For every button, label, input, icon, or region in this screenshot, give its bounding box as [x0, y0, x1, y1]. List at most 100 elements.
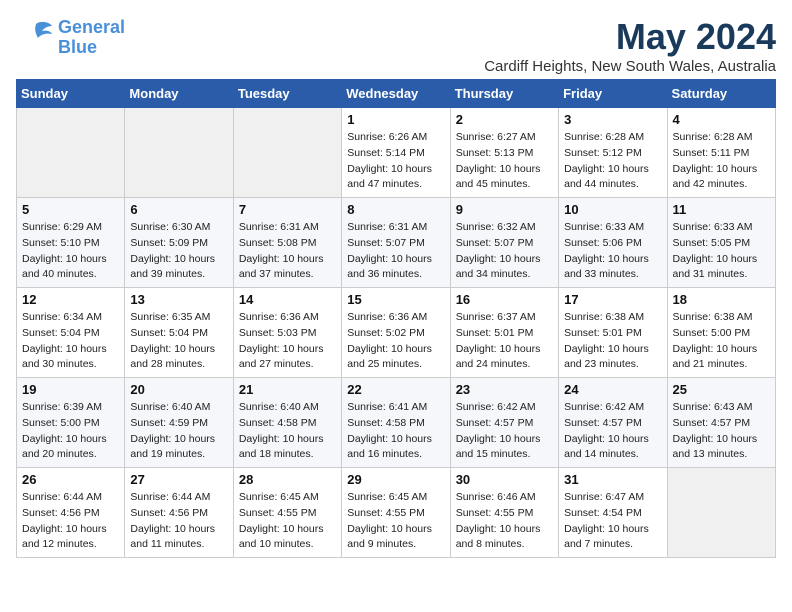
- calendar-subtitle: Cardiff Heights, New South Wales, Austra…: [484, 58, 776, 75]
- day-number: 29: [347, 472, 444, 487]
- day-info: Sunrise: 6:36 AMSunset: 5:02 PMDaylight:…: [347, 310, 444, 373]
- calendar-cell: 4 Sunrise: 6:28 AMSunset: 5:11 PMDaylight…: [667, 108, 775, 198]
- day-number: 13: [130, 292, 227, 307]
- calendar-cell: 8 Sunrise: 6:31 AMSunset: 5:07 PMDaylight…: [342, 198, 450, 288]
- day-number: 11: [673, 202, 770, 217]
- day-number: 9: [456, 202, 553, 217]
- day-info: Sunrise: 6:40 AMSunset: 4:59 PMDaylight:…: [130, 400, 227, 463]
- day-info: Sunrise: 6:44 AMSunset: 4:56 PMDaylight:…: [22, 490, 119, 553]
- weekday-header: Friday: [559, 80, 667, 108]
- day-number: 31: [564, 472, 661, 487]
- day-info: Sunrise: 6:38 AMSunset: 5:01 PMDaylight:…: [564, 310, 661, 373]
- calendar-cell: 23 Sunrise: 6:42 AMSunset: 4:57 PMDayligh…: [450, 378, 558, 468]
- calendar-table: SundayMondayTuesdayWednesdayThursdayFrid…: [16, 79, 776, 558]
- day-info: Sunrise: 6:31 AMSunset: 5:07 PMDaylight:…: [347, 220, 444, 283]
- calendar-cell: 22 Sunrise: 6:41 AMSunset: 4:58 PMDayligh…: [342, 378, 450, 468]
- day-info: Sunrise: 6:27 AMSunset: 5:13 PMDaylight:…: [456, 130, 553, 193]
- day-info: Sunrise: 6:42 AMSunset: 4:57 PMDaylight:…: [564, 400, 661, 463]
- calendar-cell: 3Sunrise: 6:28 AMSunset: 5:12 PMDaylight…: [559, 108, 667, 198]
- calendar-cell: [125, 108, 233, 198]
- day-info: Sunrise: 6:40 AMSunset: 4:58 PMDaylight:…: [239, 400, 336, 463]
- day-info: Sunrise: 6:35 AMSunset: 5:04 PMDaylight:…: [130, 310, 227, 373]
- day-info: Sunrise: 6:33 AMSunset: 5:06 PMDaylight:…: [564, 220, 661, 283]
- calendar-cell: 9 Sunrise: 6:32 AMSunset: 5:07 PMDaylight…: [450, 198, 558, 288]
- day-number: 14: [239, 292, 336, 307]
- day-number: 18: [673, 292, 770, 307]
- weekday-header: Monday: [125, 80, 233, 108]
- day-info: Sunrise: 6:47 AMSunset: 4:54 PMDaylight:…: [564, 490, 661, 553]
- title-block: May 2024 Cardiff Heights, New South Wale…: [484, 16, 776, 75]
- calendar-cell: 24 Sunrise: 6:42 AMSunset: 4:57 PMDayligh…: [559, 378, 667, 468]
- day-number: 26: [22, 472, 119, 487]
- day-info: Sunrise: 6:26 AMSunset: 5:14 PMDaylight:…: [347, 130, 444, 193]
- day-number: 22: [347, 382, 444, 397]
- calendar-cell: 1 Sunrise: 6:26 AMSunset: 5:14 PMDaylight…: [342, 108, 450, 198]
- logo-icon: [16, 16, 54, 54]
- calendar-cell: 6 Sunrise: 6:30 AMSunset: 5:09 PMDaylight…: [125, 198, 233, 288]
- day-number: 17: [564, 292, 661, 307]
- day-info: Sunrise: 6:37 AMSunset: 5:01 PMDaylight:…: [456, 310, 553, 373]
- calendar-cell: 5Sunrise: 6:29 AMSunset: 5:10 PMDaylight…: [17, 198, 125, 288]
- day-info: Sunrise: 6:31 AMSunset: 5:08 PMDaylight:…: [239, 220, 336, 283]
- day-info: Sunrise: 6:30 AMSunset: 5:09 PMDaylight:…: [130, 220, 227, 283]
- calendar-cell: 31 Sunrise: 6:47 AMSunset: 4:54 PMDayligh…: [559, 468, 667, 558]
- day-number: 27: [130, 472, 227, 487]
- day-number: 19: [22, 382, 119, 397]
- day-number: 21: [239, 382, 336, 397]
- logo-line1: General: [58, 17, 125, 37]
- calendar-cell: 12Sunrise: 6:34 AMSunset: 5:04 PMDayligh…: [17, 288, 125, 378]
- calendar-cell: 2Sunrise: 6:27 AMSunset: 5:13 PMDaylight…: [450, 108, 558, 198]
- calendar-cell: 11 Sunrise: 6:33 AMSunset: 5:05 PMDayligh…: [667, 198, 775, 288]
- day-info: Sunrise: 6:45 AMSunset: 4:55 PMDaylight:…: [347, 490, 444, 553]
- day-number: 7: [239, 202, 336, 217]
- calendar-cell: 15 Sunrise: 6:36 AMSunset: 5:02 PMDayligh…: [342, 288, 450, 378]
- calendar-cell: 16 Sunrise: 6:37 AMSunset: 5:01 PMDayligh…: [450, 288, 558, 378]
- day-info: Sunrise: 6:39 AMSunset: 5:00 PMDaylight:…: [22, 400, 119, 463]
- logo: General Blue: [16, 16, 125, 59]
- weekday-header: Wednesday: [342, 80, 450, 108]
- day-info: Sunrise: 6:45 AMSunset: 4:55 PMDaylight:…: [239, 490, 336, 553]
- day-number: 15: [347, 292, 444, 307]
- day-number: 23: [456, 382, 553, 397]
- weekday-header: Sunday: [17, 80, 125, 108]
- calendar-cell: 19 Sunrise: 6:39 AMSunset: 5:00 PMDayligh…: [17, 378, 125, 468]
- weekday-header: Tuesday: [233, 80, 341, 108]
- day-info: Sunrise: 6:32 AMSunset: 5:07 PMDaylight:…: [456, 220, 553, 283]
- weekday-header: Thursday: [450, 80, 558, 108]
- calendar-cell: 26 Sunrise: 6:44 AMSunset: 4:56 PMDayligh…: [17, 468, 125, 558]
- logo-line2: Blue: [58, 38, 125, 58]
- day-info: Sunrise: 6:28 AMSunset: 5:12 PMDaylight:…: [564, 130, 661, 193]
- calendar-cell: [233, 108, 341, 198]
- day-info: Sunrise: 6:28 AMSunset: 5:11 PMDaylight:…: [673, 130, 770, 193]
- calendar-cell: 17 Sunrise: 6:38 AMSunset: 5:01 PMDayligh…: [559, 288, 667, 378]
- calendar-cell: [17, 108, 125, 198]
- day-info: Sunrise: 6:36 AMSunset: 5:03 PMDaylight:…: [239, 310, 336, 373]
- calendar-cell: 21 Sunrise: 6:40 AMSunset: 4:58 PMDayligh…: [233, 378, 341, 468]
- calendar-cell: 25Sunrise: 6:43 AMSunset: 4:57 PMDayligh…: [667, 378, 775, 468]
- day-number: 6: [130, 202, 227, 217]
- day-info: Sunrise: 6:41 AMSunset: 4:58 PMDaylight:…: [347, 400, 444, 463]
- weekday-header: Saturday: [667, 80, 775, 108]
- calendar-cell: 13 Sunrise: 6:35 AMSunset: 5:04 PMDayligh…: [125, 288, 233, 378]
- calendar-cell: 29 Sunrise: 6:45 AMSunset: 4:55 PMDayligh…: [342, 468, 450, 558]
- day-number: 12: [22, 292, 119, 307]
- calendar-cell: 18Sunrise: 6:38 AMSunset: 5:00 PMDayligh…: [667, 288, 775, 378]
- day-number: 5: [22, 202, 119, 217]
- day-number: 8: [347, 202, 444, 217]
- day-info: Sunrise: 6:42 AMSunset: 4:57 PMDaylight:…: [456, 400, 553, 463]
- day-number: 10: [564, 202, 661, 217]
- calendar-cell: 30Sunrise: 6:46 AMSunset: 4:55 PMDayligh…: [450, 468, 558, 558]
- calendar-cell: 27 Sunrise: 6:44 AMSunset: 4:56 PMDayligh…: [125, 468, 233, 558]
- page-header: General Blue May 2024 Cardiff Heights, N…: [16, 16, 776, 75]
- day-number: 1: [347, 112, 444, 127]
- day-number: 4: [673, 112, 770, 127]
- day-info: Sunrise: 6:43 AMSunset: 4:57 PMDaylight:…: [673, 400, 770, 463]
- calendar-cell: 20Sunrise: 6:40 AMSunset: 4:59 PMDayligh…: [125, 378, 233, 468]
- day-info: Sunrise: 6:44 AMSunset: 4:56 PMDaylight:…: [130, 490, 227, 553]
- day-number: 16: [456, 292, 553, 307]
- day-info: Sunrise: 6:33 AMSunset: 5:05 PMDaylight:…: [673, 220, 770, 283]
- calendar-cell: 14 Sunrise: 6:36 AMSunset: 5:03 PMDayligh…: [233, 288, 341, 378]
- day-number: 24: [564, 382, 661, 397]
- calendar-cell: 7 Sunrise: 6:31 AMSunset: 5:08 PMDaylight…: [233, 198, 341, 288]
- calendar-cell: 28Sunrise: 6:45 AMSunset: 4:55 PMDayligh…: [233, 468, 341, 558]
